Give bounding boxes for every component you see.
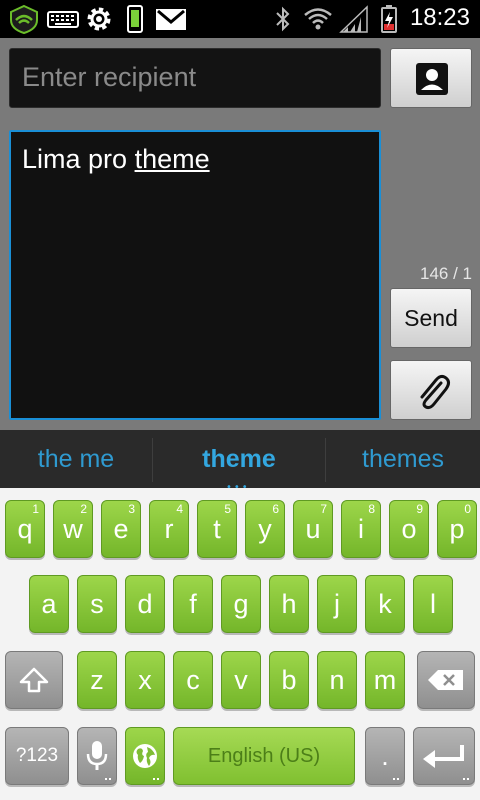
status-clock: 18:23 (409, 4, 470, 31)
key-c[interactable]: c (173, 651, 213, 709)
long-press-dots (393, 778, 399, 781)
compose-area: Enter recipient Lima pro theme 146 / 1 S… (0, 38, 480, 430)
bluetooth-icon (276, 6, 290, 32)
phone-battery-icon (127, 5, 143, 33)
paperclip-icon (420, 374, 450, 410)
key-m[interactable]: m (365, 651, 405, 709)
key-f[interactable]: f (173, 575, 213, 633)
gmail-icon (156, 9, 186, 30)
contact-person-icon (416, 63, 448, 95)
key-z[interactable]: z (77, 651, 117, 709)
keyboard-icon (47, 11, 79, 28)
microphone-icon (86, 741, 108, 770)
symbols-key[interactable]: ?123 (5, 727, 69, 785)
character-counter: 146 / 1 (420, 264, 472, 283)
long-press-dots (105, 778, 111, 781)
suggestion-strip: the me theme themes ••• (0, 430, 480, 493)
period-key[interactable]: . (365, 727, 405, 785)
globe-icon (133, 744, 157, 768)
shield-icon (10, 4, 38, 34)
key-u[interactable]: u7 (293, 500, 333, 558)
key-e[interactable]: e3 (101, 500, 141, 558)
key-x[interactable]: x (125, 651, 165, 709)
key-a[interactable]: a (29, 575, 69, 633)
language-key[interactable] (125, 727, 165, 785)
backspace-key[interactable] (417, 651, 475, 709)
key-y[interactable]: y6 (245, 500, 285, 558)
key-r[interactable]: r4 (149, 500, 189, 558)
signal-icon (339, 5, 368, 33)
message-input[interactable]: Lima pro theme (9, 130, 381, 420)
attach-button[interactable] (390, 360, 472, 420)
enter-return-icon (423, 745, 464, 768)
spacebar[interactable]: English (US) (173, 727, 355, 785)
key-q[interactable]: q1 (5, 500, 45, 558)
suggestion-item[interactable]: the me (0, 430, 152, 488)
long-press-dots (463, 778, 469, 781)
keyboard: q1 w2 e3 r4 t5 y6 u7 i8 o9 p0 a s d f g … (0, 488, 480, 800)
long-press-dots (153, 778, 159, 781)
suggestion-item[interactable]: themes (326, 430, 480, 488)
settings-gear-icon (87, 7, 111, 31)
battery-icon (381, 5, 397, 33)
key-o[interactable]: o9 (389, 500, 429, 558)
shift-key[interactable] (5, 651, 63, 709)
status-bar: 18:23 (0, 0, 480, 38)
key-t[interactable]: t5 (197, 500, 237, 558)
backspace-icon (428, 670, 463, 690)
key-d[interactable]: d (125, 575, 165, 633)
composing-word: theme (134, 144, 210, 174)
enter-key[interactable] (413, 727, 475, 785)
wifi-icon (304, 8, 332, 30)
contacts-button[interactable] (390, 48, 472, 108)
key-k[interactable]: k (365, 575, 405, 633)
key-n[interactable]: n (317, 651, 357, 709)
suggestion-item-selected[interactable]: theme (153, 430, 325, 488)
message-text: Lima pro theme (22, 144, 210, 174)
recipient-placeholder: Enter recipient (22, 62, 197, 92)
key-s[interactable]: s (77, 575, 117, 633)
key-b[interactable]: b (269, 651, 309, 709)
send-button[interactable]: Send (390, 288, 472, 348)
key-p[interactable]: p0 (437, 500, 477, 558)
key-j[interactable]: j (317, 575, 357, 633)
key-g[interactable]: g (221, 575, 261, 633)
key-l[interactable]: l (413, 575, 453, 633)
shift-arrow-icon (19, 667, 49, 693)
key-v[interactable]: v (221, 651, 261, 709)
recipient-field[interactable]: Enter recipient (9, 48, 381, 108)
key-i[interactable]: i8 (341, 500, 381, 558)
voice-input-key[interactable] (77, 727, 117, 785)
key-w[interactable]: w2 (53, 500, 93, 558)
key-h[interactable]: h (269, 575, 309, 633)
